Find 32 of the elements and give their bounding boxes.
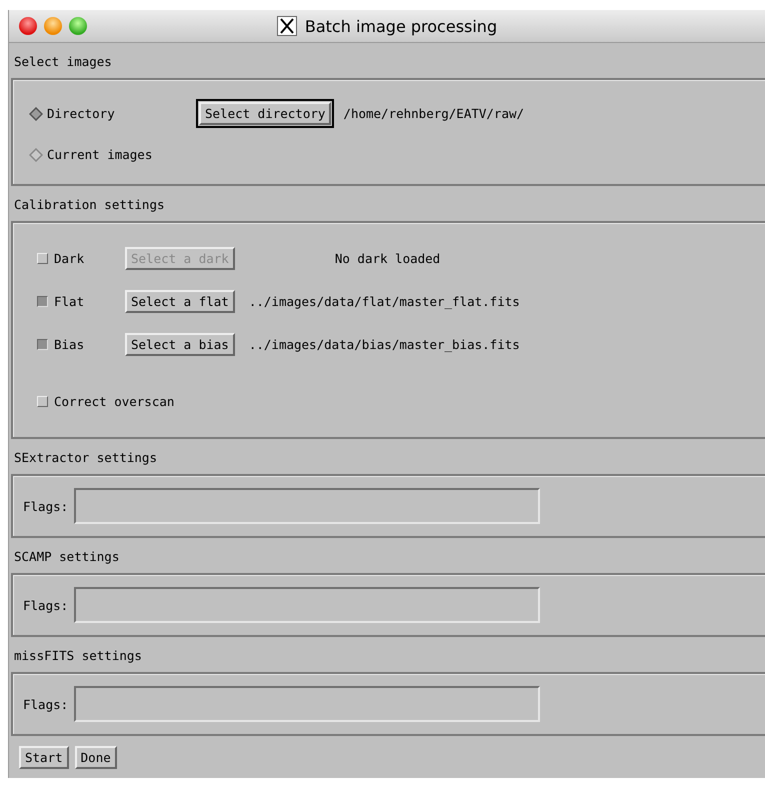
- minimize-button[interactable]: [44, 17, 62, 35]
- file-status: No dark loaded: [334, 251, 440, 266]
- select-file-button[interactable]: Select a bias: [125, 333, 235, 356]
- checkbox[interactable]: Correct overscan: [37, 394, 174, 409]
- checkbox[interactable]: Flat: [37, 294, 125, 309]
- field-label: Flags:: [23, 598, 68, 612]
- x-app-icon: [276, 16, 297, 36]
- section-title: SCAMP settings: [13, 548, 120, 566]
- flags-field[interactable]: [74, 488, 540, 524]
- directory-path: /home/rehnberg/EATV/raw/: [342, 106, 526, 121]
- checkbox[interactable]: Bias: [37, 337, 125, 352]
- section-title: missFITS settings: [13, 647, 143, 665]
- window-title: Batch image processing: [304, 16, 498, 36]
- close-button[interactable]: [19, 17, 37, 35]
- file-status: ../images/data/flat/master_flat.fits: [248, 294, 520, 309]
- zoom-button[interactable]: [69, 17, 87, 35]
- select-file-button[interactable]: Select a flat: [125, 290, 235, 313]
- flags-field[interactable]: [74, 587, 540, 623]
- action-button[interactable]: Start: [19, 746, 69, 769]
- field-label: Flags:: [23, 696, 68, 712]
- radio-button[interactable]: Current images: [29, 147, 199, 162]
- action-button[interactable]: Done: [74, 746, 117, 769]
- radio-diamond-icon: [29, 148, 43, 162]
- field-label: Flags:: [23, 498, 68, 514]
- select-directory-button[interactable]: Select directory: [199, 102, 332, 125]
- flags-field[interactable]: [74, 686, 540, 722]
- radio-diamond-icon: [29, 106, 43, 120]
- file-status: ../images/data/bias/master_bias.fits: [248, 337, 520, 352]
- section-title: Calibration settings: [13, 196, 166, 214]
- section-title: SExtractor settings: [13, 449, 158, 467]
- section-title: Select images: [13, 53, 113, 71]
- radio-button[interactable]: Directory: [29, 106, 199, 121]
